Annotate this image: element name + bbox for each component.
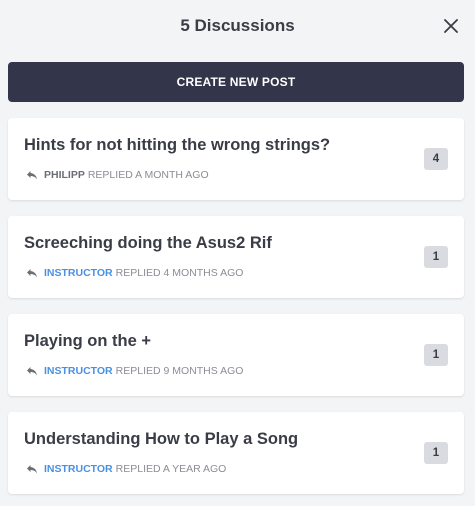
- reply-icon: [26, 268, 38, 278]
- discussion-card[interactable]: Hints for not hitting the wrong strings?…: [8, 118, 464, 200]
- discussion-list: Hints for not hitting the wrong strings?…: [8, 118, 464, 506]
- reply-count-badge: 1: [424, 442, 448, 464]
- create-new-post-button[interactable]: CREATE NEW POST: [8, 62, 464, 102]
- reply-time: REPLIED 4 MONTHS AGO: [115, 267, 244, 279]
- discussion-card[interactable]: Playing on the + INSTRUCTOR REPLIED 9 MO…: [8, 314, 464, 396]
- discussion-meta: INSTRUCTOR REPLIED 4 MONTHS AGO: [24, 267, 243, 279]
- reply-count-badge: 1: [424, 246, 448, 268]
- discussion-meta: PHILIPP REPLIED A MONTH AGO: [24, 169, 209, 181]
- close-icon: [444, 19, 458, 33]
- reply-time: REPLIED A YEAR AGO: [115, 463, 227, 475]
- reply-time: REPLIED 9 MONTHS AGO: [115, 365, 244, 377]
- close-button[interactable]: [441, 16, 461, 36]
- panel-header: 5 Discussions: [0, 0, 475, 52]
- reply-icon: [26, 464, 38, 474]
- reply-icon: [26, 170, 38, 180]
- reply-icon: [26, 366, 38, 376]
- discussions-panel: 5 Discussions CREATE NEW POST Hints for …: [0, 0, 475, 506]
- discussion-title[interactable]: Playing on the +: [24, 332, 151, 351]
- discussion-title[interactable]: Screeching doing the Asus2 Rif: [24, 234, 272, 253]
- discussion-meta: INSTRUCTOR REPLIED A YEAR AGO: [24, 463, 226, 475]
- discussion-card[interactable]: Screeching doing the Asus2 Rif INSTRUCTO…: [8, 216, 464, 298]
- reply-author: PHILIPP: [44, 169, 85, 181]
- reply-count-badge: 4: [424, 148, 448, 170]
- reply-count-badge: 1: [424, 344, 448, 366]
- panel-title: 5 Discussions: [180, 16, 295, 35]
- reply-author: INSTRUCTOR: [44, 365, 113, 377]
- discussion-card[interactable]: Understanding How to Play a Song INSTRUC…: [8, 412, 464, 494]
- reply-time: REPLIED A MONTH AGO: [87, 169, 209, 181]
- reply-author: INSTRUCTOR: [44, 267, 113, 279]
- discussion-title[interactable]: Understanding How to Play a Song: [24, 430, 298, 449]
- discussion-title[interactable]: Hints for not hitting the wrong strings?: [24, 136, 330, 155]
- reply-author: INSTRUCTOR: [44, 463, 113, 475]
- discussion-meta: INSTRUCTOR REPLIED 9 MONTHS AGO: [24, 365, 243, 377]
